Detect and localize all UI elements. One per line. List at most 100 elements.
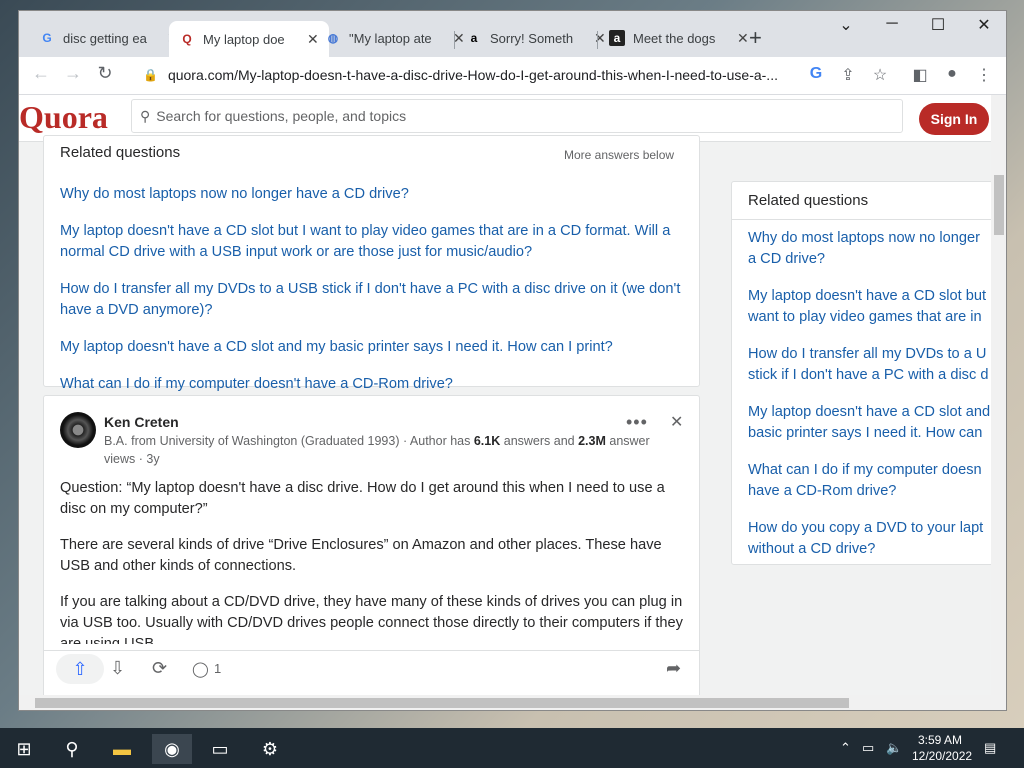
tab-label: Meet the dogs bbox=[633, 30, 716, 46]
side-link-line: How do I transfer all my DVDs to a U bbox=[748, 346, 987, 362]
side-link-line: My laptop doesn't have a CD slot but bbox=[748, 288, 987, 304]
related-question-link[interactable]: Why do most laptops now no longer have a… bbox=[60, 184, 685, 205]
quora-icon: Q bbox=[182, 32, 192, 46]
close-icon[interactable]: ✕ bbox=[737, 30, 749, 47]
downvote-icon[interactable]: ⇩ bbox=[110, 658, 125, 679]
author-name[interactable]: Ken Creten bbox=[104, 414, 179, 430]
tab-google-search[interactable]: G disc getting ea ✕ bbox=[29, 23, 189, 53]
settings-gear-icon[interactable]: ⚙ bbox=[250, 734, 290, 764]
related-questions-title: Related questions bbox=[60, 144, 181, 161]
amazon-a-icon: a bbox=[609, 30, 625, 46]
side-link-line: have a CD-Rom drive? bbox=[748, 483, 897, 499]
search-icon[interactable]: ⚲ bbox=[52, 734, 92, 764]
google-icon: G bbox=[42, 31, 52, 45]
tab-separator bbox=[597, 31, 598, 49]
views-count: 2.3M bbox=[578, 434, 606, 448]
back-icon[interactable]: ← bbox=[29, 63, 53, 84]
related-question-link[interactable]: How do I transfer all my DVDs to a USB s… bbox=[60, 279, 685, 321]
answer-paragraph: If you are talking about a CD/DVD drive,… bbox=[60, 594, 683, 644]
window-close-icon[interactable]: ✕ bbox=[961, 15, 1006, 35]
new-tab-button[interactable]: + bbox=[749, 25, 762, 51]
browser-toolbar: ← → ↻ 🔒 quora.com/My-laptop-doesn-t-have… bbox=[19, 57, 1006, 95]
share-icon[interactable]: ⇪ bbox=[837, 65, 859, 85]
divider bbox=[732, 219, 991, 220]
side-link-line: without a CD drive? bbox=[748, 541, 876, 557]
lock-icon: 🔒 bbox=[143, 68, 158, 82]
profile-icon[interactable]: ● bbox=[941, 65, 963, 83]
google-lens-icon[interactable]: G bbox=[805, 65, 827, 83]
side-link-line: How do you copy a DVD to your lapt bbox=[748, 520, 984, 536]
tab-quora[interactable]: Q My laptop doe ✕ bbox=[169, 21, 329, 57]
quora-page: Quora ⚲ Search for questions, people, an… bbox=[19, 95, 991, 695]
upvote-icon[interactable]: ⇧ bbox=[56, 654, 104, 684]
forward-share-icon[interactable]: ➦ bbox=[666, 658, 681, 679]
address-bar[interactable]: 🔒 quora.com/My-laptop-doesn-t-have-a-dis… bbox=[131, 60, 791, 90]
answer-paragraph: Question: “My laptop doesn't have a disc… bbox=[60, 480, 665, 517]
terminal-icon[interactable]: ▭ bbox=[200, 734, 240, 764]
forward-icon[interactable]: → bbox=[61, 63, 85, 84]
more-options-icon[interactable]: ••• bbox=[626, 412, 648, 433]
vertical-scrollbar[interactable] bbox=[991, 95, 1006, 695]
side-link-line: a CD drive? bbox=[748, 251, 826, 267]
search-placeholder: Search for questions, people, and topics bbox=[156, 108, 407, 124]
windows-start-icon[interactable]: ⊞ bbox=[4, 734, 44, 764]
tab-amazon-sorry[interactable]: a Sorry! Someth ✕ bbox=[456, 23, 616, 53]
maximize-icon[interactable]: ☐ bbox=[915, 15, 961, 35]
dismiss-icon[interactable]: ✕ bbox=[670, 412, 683, 432]
more-answers-below: More answers below bbox=[564, 148, 675, 162]
scrollbar-thumb[interactable] bbox=[35, 698, 849, 708]
cred-prefix: B.A. from University of Washington (Grad… bbox=[104, 434, 474, 448]
side-link-line: stick if I don't have a PC with a disc d bbox=[748, 367, 989, 383]
file-explorer-icon[interactable]: ▬ bbox=[102, 734, 142, 764]
clock-time: 3:59 AM bbox=[917, 733, 963, 747]
share-reload-icon[interactable]: ⟳ bbox=[152, 658, 167, 679]
horizontal-scrollbar[interactable] bbox=[19, 695, 1006, 710]
globe-icon: ◍ bbox=[327, 31, 339, 45]
answers-count: 6.1K bbox=[473, 434, 501, 448]
amazon-icon: a bbox=[470, 31, 478, 45]
minimize-icon[interactable]: ─ bbox=[869, 15, 915, 33]
comment-count: 1 bbox=[214, 661, 222, 676]
side-related-title: Related questions bbox=[748, 192, 869, 209]
tab-label: "My laptop ate bbox=[349, 30, 432, 46]
side-link-line: basic printer says I need it. How can bbox=[748, 425, 983, 441]
related-question-link[interactable]: What can I do if my computer doesn't hav… bbox=[60, 374, 685, 395]
side-link-line: My laptop doesn't have a CD slot and bbox=[748, 404, 991, 420]
menu-kebab-icon[interactable]: ⋮ bbox=[973, 65, 995, 85]
side-link-line: want to play video games that are in bbox=[748, 309, 982, 325]
tab-search-icon[interactable]: ⌄ bbox=[823, 15, 869, 35]
author-avatar[interactable] bbox=[60, 412, 96, 448]
side-related-card: Related questions Why do most laptops no… bbox=[731, 181, 991, 565]
clock-date: 12/20/2022 bbox=[912, 749, 973, 763]
tab-label: Sorry! Someth bbox=[490, 30, 574, 46]
related-question-link[interactable]: My laptop doesn't have a CD slot but I w… bbox=[60, 221, 685, 263]
side-link-line: Why do most laptops now no longer bbox=[748, 230, 981, 246]
url-text: quora.com/My-laptop-doesn-t-have-a-disc-… bbox=[167, 67, 778, 83]
tab-laptop-ate[interactable]: ◍ "My laptop ate ✕ bbox=[315, 23, 475, 53]
chrome-icon[interactable]: ◉ bbox=[152, 734, 192, 764]
network-icon[interactable]: ▭ bbox=[862, 740, 874, 756]
side-panel-icon[interactable]: ◧ bbox=[909, 65, 931, 85]
tab-label: My laptop doe bbox=[203, 31, 285, 47]
browser-window: G disc getting ea ✕ Q My laptop doe ✕ ◍ … bbox=[18, 10, 1007, 711]
bookmark-star-icon[interactable]: ☆ bbox=[869, 65, 891, 85]
chevron-up-icon[interactable]: ⌃ bbox=[840, 740, 851, 756]
clock[interactable]: 3:59 AM 12/20/2022 bbox=[912, 732, 973, 764]
sign-in-button[interactable]: Sign In bbox=[919, 103, 989, 135]
tab-meet-dogs[interactable]: a Meet the dogs ✕ bbox=[599, 23, 759, 53]
notifications-icon[interactable]: ▤ bbox=[984, 740, 996, 756]
cred-mid: answers and bbox=[500, 434, 579, 448]
search-input[interactable]: ⚲ Search for questions, people, and topi… bbox=[131, 99, 903, 133]
scrollbar-thumb[interactable] bbox=[994, 175, 1004, 235]
author-credentials: B.A. from University of Washington (Grad… bbox=[104, 432, 674, 468]
volume-icon[interactable]: 🔈 bbox=[886, 740, 902, 756]
search-icon: ⚲ bbox=[140, 107, 151, 124]
reload-icon[interactable]: ↻ bbox=[93, 63, 117, 84]
related-questions-card: Related questions More answers below Why… bbox=[43, 135, 700, 392]
tab-label: disc getting ea bbox=[63, 30, 147, 46]
quora-logo[interactable]: Quora bbox=[19, 99, 108, 136]
side-link-line: What can I do if my computer doesn bbox=[748, 462, 982, 478]
comment-icon[interactable]: ◯ bbox=[192, 660, 209, 678]
related-question-link[interactable]: My laptop doesn't have a CD slot and my … bbox=[60, 337, 685, 358]
answer-paragraph: There are several kinds of drive “Drive … bbox=[60, 537, 662, 574]
